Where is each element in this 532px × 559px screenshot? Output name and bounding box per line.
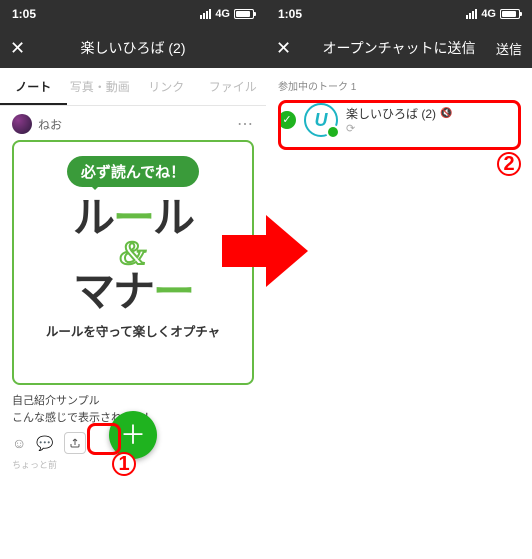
status-time: 1:05 xyxy=(12,7,36,21)
tab-photo[interactable]: 写真・動画 xyxy=(67,68,134,105)
comment-icon[interactable]: 💬 xyxy=(36,435,53,452)
navbar-right: ✕ オープンチャットに送信 送信 xyxy=(266,28,532,68)
battery-icon xyxy=(500,9,520,19)
speech-bubble: 必ず読んでね！ xyxy=(67,156,199,187)
rules-subtitle: ルールを守って楽しくオプチャ xyxy=(46,321,220,340)
smile-icon[interactable]: ☺ xyxy=(12,435,26,451)
section-label: 参加中のトーク 1 xyxy=(266,68,532,99)
page-title: オープンチャットに送信 xyxy=(322,38,475,58)
tab-note[interactable]: ノート xyxy=(0,68,67,105)
status-time: 1:05 xyxy=(278,7,302,21)
callout-box-2 xyxy=(278,100,521,150)
post-text-1: 自己紹介サンプル xyxy=(12,393,254,410)
more-icon[interactable]: ⋯ xyxy=(237,114,254,134)
network-label: 4G xyxy=(481,8,496,20)
callout-box-1 xyxy=(87,423,121,455)
statusbar: 1:05 4G xyxy=(0,0,266,28)
arrow-annotation xyxy=(222,215,310,287)
network-label: 4G xyxy=(215,8,230,20)
close-icon[interactable]: ✕ xyxy=(276,39,291,57)
navbar-left: ✕ 楽しいひろば (2) xyxy=(0,28,266,68)
statusbar: 1:05 4G xyxy=(266,0,532,28)
tab-link[interactable]: リンク xyxy=(133,68,200,105)
share-button[interactable] xyxy=(64,432,86,454)
tab-file[interactable]: ファイル xyxy=(200,68,267,105)
callout-number-1: 1 xyxy=(112,452,136,476)
post-author: ねお xyxy=(38,116,62,133)
avatar[interactable] xyxy=(12,114,32,134)
page-title: 楽しいひろば (2) xyxy=(81,38,186,58)
signal-icon xyxy=(200,9,211,19)
signal-icon xyxy=(466,9,477,19)
battery-icon xyxy=(234,9,254,19)
tabs: ノート 写真・動画 リンク ファイル xyxy=(0,68,266,106)
rules-image: 必ず読んでね！ ルール & マナー ルールを守って楽しくオプチャ xyxy=(12,140,254,385)
close-icon[interactable]: ✕ xyxy=(10,39,25,57)
callout-number-2: 2 xyxy=(497,152,521,176)
send-button[interactable]: 送信 xyxy=(496,39,522,58)
